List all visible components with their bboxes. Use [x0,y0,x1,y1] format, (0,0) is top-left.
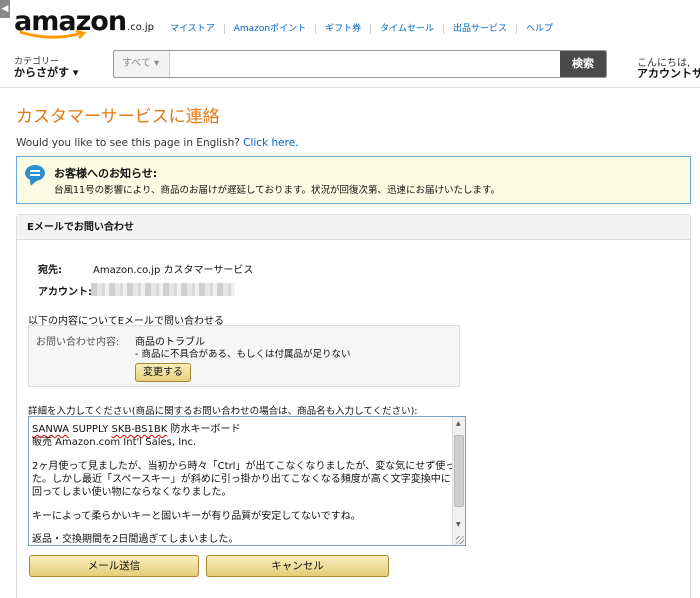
search-input[interactable] [170,51,560,77]
english-prompt: Would you like to see this page in Engli… [16,137,299,149]
notice-title: お客様へのお知らせ: [54,167,158,180]
scroll-up-arrow-icon[interactable]: ▲ [456,420,461,427]
form-section-title: Eメールでお問い合わせ [17,215,690,240]
nav-gift-cards[interactable]: ギフト券 [315,24,370,34]
inquiry-key: お問い合わせ内容: [36,337,120,348]
to-value: Amazon.co.jp カスタマーサービス [93,265,254,276]
account-value-redacted [91,283,235,296]
account-menu[interactable]: アカウントサ [637,65,700,81]
search-bar: すべて ▾ 検索 [113,50,607,78]
message-line-7[interactable]: 返品・交換期間を2日間過ぎてしまいました。 [32,530,238,545]
resize-grip-icon[interactable] [456,536,464,544]
site-header: ◀ amazon.co.jp マイストア Amazonポイント ギフト券 タイム… [0,0,700,88]
notice-body: 台風11号の影響により、商品のお届けが遅延しております。状況が回復次第、迅速にお… [54,185,501,196]
account-label: アカウント: [38,287,92,298]
amazon-smile-icon [19,30,87,39]
nav-amazon-points[interactable]: Amazonポイント [223,24,315,34]
collapse-tab-icon[interactable]: ◀ [0,0,10,18]
speech-bubble-icon [25,165,45,181]
nav-my-store[interactable]: マイストア [170,24,224,34]
scroll-down-arrow-icon[interactable]: ▼ [456,521,461,528]
nav-help[interactable]: ヘルプ [515,24,562,34]
message-line-6[interactable]: キーによって柔らかいキーと固いキーが有り品質が安定してないですね。 [32,507,361,522]
nav-time-sale[interactable]: タイムセール [370,24,443,34]
english-link[interactable]: Click here. [243,137,298,149]
nav-seller-services[interactable]: 出品サービス [442,24,516,34]
textarea-scrollbar[interactable]: ▲ ▼ [452,417,465,545]
page-title: カスタマーサービスに連絡 [16,107,220,127]
inquiry-subcategory: - 商品に不具合がある、もしくは付属品が足りない [135,349,351,360]
send-email-button[interactable]: メール送信 [29,555,199,577]
search-button[interactable]: 検索 [560,51,606,77]
category-dropdown[interactable]: からさがす ▾ [14,64,78,80]
to-label: 宛先: [38,265,62,276]
search-scope-dropdown[interactable]: すべて ▾ [114,51,170,77]
logo-tld[interactable]: .co.jp [127,22,154,33]
inquiry-summary: お問い合わせ内容: 商品のトラブル - 商品に不具合がある、もしくは付属品が足り… [28,325,460,387]
top-nav: マイストア Amazonポイント ギフト券 タイムセール 出品サービス ヘルプ [170,24,562,34]
scroll-thumb[interactable] [454,435,464,507]
english-prompt-text: Would you like to see this page in Engli… [16,137,240,149]
message-textarea[interactable]: SANWA SUPPLY SKB-BS1BK 防水キーボード 販売 Amazon… [28,416,466,546]
message-line-2[interactable]: 販売 Amazon.com Int'l Sales, Inc. [32,433,196,448]
message-line-5[interactable]: 回ってしまい使い物にならなくなりました。 [32,483,232,498]
notice-box: お客様へのお知らせ: 台風11号の影響により、商品のお届けが遅延しております。状… [16,156,691,204]
change-button[interactable]: 変更する [135,363,191,382]
cancel-button[interactable]: キャンセル [206,555,389,577]
detail-label: 詳細を入力してください(商品に関するお問い合わせの場合は、商品名も入力してくださ… [28,406,418,417]
